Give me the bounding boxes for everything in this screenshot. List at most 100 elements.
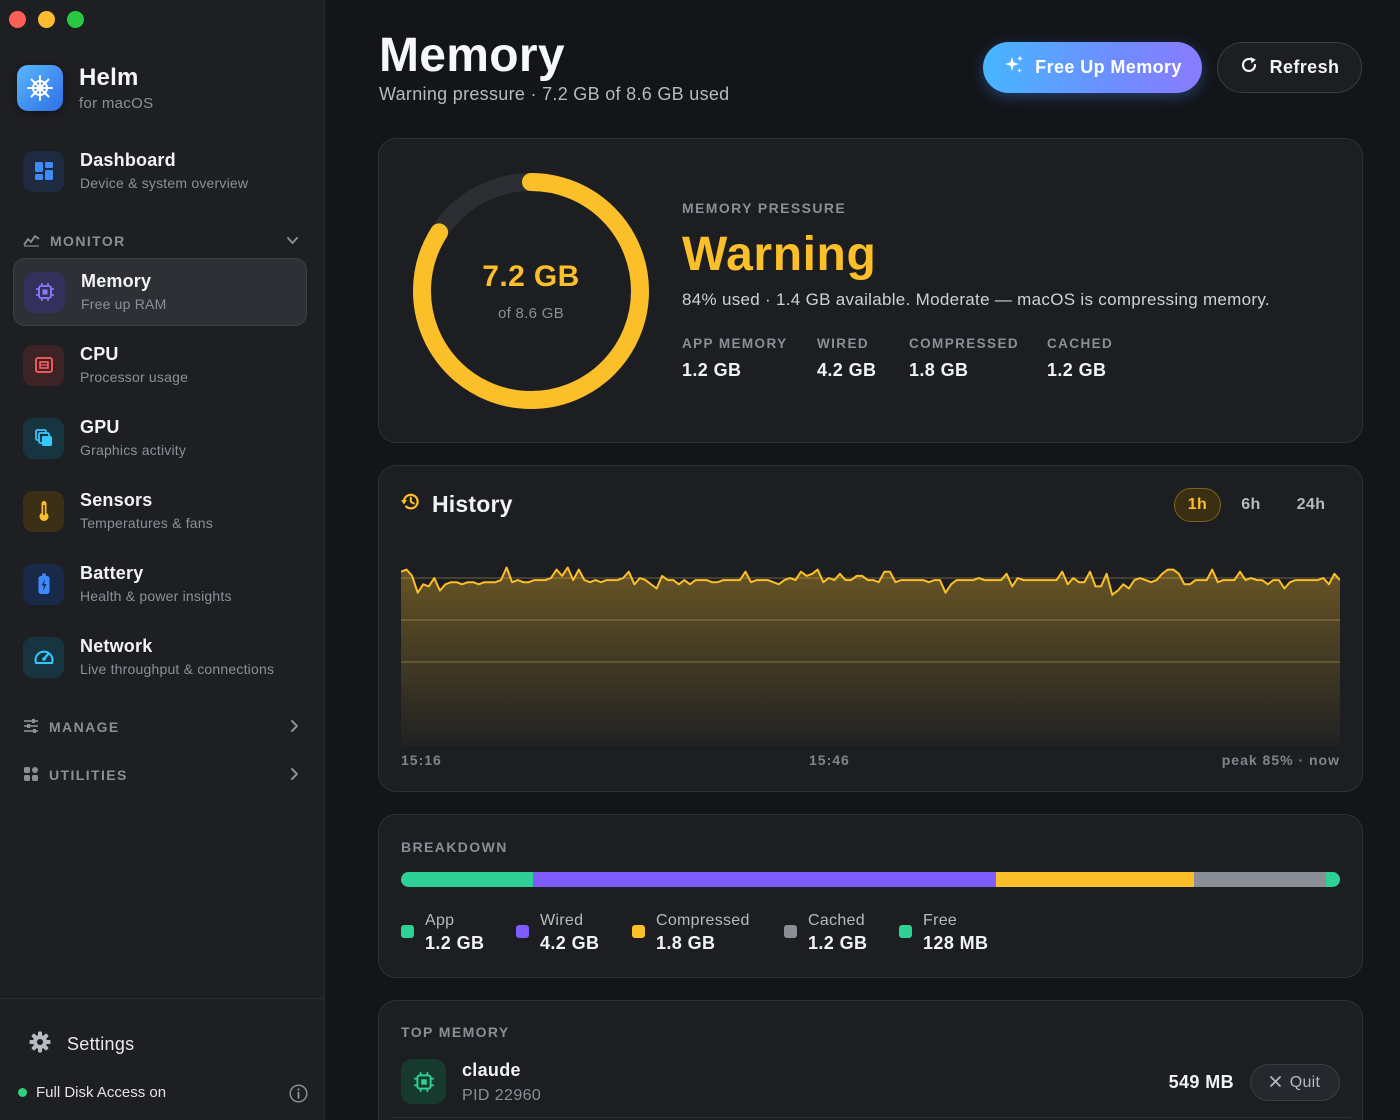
quit-process-button[interactable]: Quit [1250,1064,1340,1101]
layers-icon [23,417,64,459]
top-memory-label: TOP MEMORY [401,1024,510,1040]
thermometer-icon [23,490,64,532]
gear-icon [29,1031,51,1058]
sidebar-item-label: Dashboard [80,150,176,170]
stat-wired: WIRED 4.2 GB [817,336,876,381]
sidebar-item-label: Memory [81,271,152,291]
sidebar-item-sublabel: Temperatures & fans [80,515,213,531]
legend-value: 128 MB [923,933,989,953]
free-up-memory-label: Free Up Memory [1035,57,1182,77]
breakdown-card: BREAKDOWN App 1.2 GB Wired 4.2 GB Compre… [378,814,1363,978]
memory-history-chart [401,566,1340,746]
range-6h-button[interactable]: 6h [1229,488,1273,522]
legend-label: App [425,912,455,929]
sidebar-item-network[interactable]: Network Live throughput & connections [13,623,307,691]
legend-swatch [401,925,414,938]
sidebar-item-sublabel: Live throughput & connections [80,661,275,677]
process-memory: 549 MB [1168,1072,1234,1092]
breakdown-segment-wired [533,872,996,887]
section-header-monitor[interactable]: MONITOR [23,231,303,251]
sidebar-item-gpu[interactable]: GPU Graphics activity [13,404,307,472]
sidebar-divider [0,998,325,999]
gauge-icon [23,636,64,678]
stat-app-memory: APP MEMORY 1.2 GB [682,336,788,381]
chevron-right-icon [289,719,299,736]
stat-value: 4.2 GB [817,360,877,380]
legend-value: 1.2 GB [425,933,485,953]
section-header-label: UTILITIES [49,767,128,783]
battery-icon [23,563,64,605]
memory-pressure-card: 7.2 GB of 8.6 GB MEMORY PRESSURE Warning… [378,138,1363,443]
sidebar-item-label: CPU [80,344,119,364]
sidebar-item-dashboard[interactable]: Dashboard Device & system overview [13,137,307,205]
free-up-memory-button[interactable]: Free Up Memory [983,42,1202,93]
stat-label: APP MEMORY [682,336,788,351]
axis-mid-label: 15:46 [809,752,850,768]
sidebar-item-sensors[interactable]: Sensors Temperatures & fans [13,477,307,545]
gauge-value: 7.2 GB [482,260,580,293]
settings-button[interactable]: Settings [29,1031,134,1058]
close-window-button[interactable] [9,11,26,28]
top-memory-card: TOP MEMORY claude PID 22960 549 MB Quit [378,1000,1363,1120]
gauge-total: of 8.6 GB [497,305,565,322]
window-controls [9,11,84,28]
legend-value: 4.2 GB [540,933,600,953]
helm-wheel-icon [17,65,63,111]
minimize-window-button[interactable] [38,11,55,28]
stat-value: 1.2 GB [1047,360,1107,380]
process-pid: PID 22960 [462,1087,542,1104]
zoom-window-button[interactable] [67,11,84,28]
legend-swatch [632,925,645,938]
legend-label: Wired [540,912,584,929]
sidebar-item-label: Sensors [80,490,153,510]
stat-label: WIRED [817,336,869,351]
page-subtitle: Warning pressure · 7.2 GB of 8.6 GB used [379,84,730,104]
sidebar-item-label: Network [80,636,153,656]
sidebar-item-label: Battery [80,563,144,583]
section-header-label: MANAGE [49,719,120,735]
range-24h-button[interactable]: 24h [1283,488,1339,522]
stat-label: CACHED [1047,336,1114,351]
breakdown-label: BREAKDOWN [401,839,508,855]
sidebar-item-sublabel: Processor usage [80,369,189,385]
refresh-button[interactable]: Refresh [1217,42,1362,93]
stat-compressed: COMPRESSED 1.8 GB [909,336,1019,381]
cpu-icon [23,344,64,386]
sidebar-item-cpu[interactable]: CPU Processor usage [13,331,307,399]
close-icon [1269,1074,1281,1092]
info-icon[interactable] [289,1084,308,1107]
process-name: claude [462,1060,521,1080]
legend-label: Compressed [656,912,750,929]
full-disk-access-status: Full Disk Access on [18,1084,308,1103]
axis-start-label: 15:16 [401,752,442,768]
chip-icon [24,271,65,313]
legend-swatch [516,925,529,938]
history-title: History [400,491,513,518]
full-disk-access-label: Full Disk Access on [36,1084,167,1101]
activity-icon [23,233,40,250]
apps-grid-icon [23,766,39,785]
history-title-label: History [432,491,513,517]
sidebar-item-label: GPU [80,417,120,437]
sparkles-icon [1003,54,1025,81]
app-brand: Helm for macOS [17,64,153,112]
sidebar-item-battery[interactable]: Battery Health & power insights [13,550,307,618]
quit-label: Quit [1289,1073,1321,1091]
range-1h-button[interactable]: 1h [1174,488,1221,522]
stat-value: 1.2 GB [682,360,742,380]
legend-swatch [784,925,797,938]
section-header-manage[interactable]: MANAGE [23,717,303,737]
history-area [401,567,1340,746]
breakdown-segment-cached [1193,872,1326,887]
sidebar-item-memory[interactable]: Memory Free up RAM [13,258,307,326]
stat-label: COMPRESSED [909,336,1020,351]
dashboard-grid-icon [23,150,64,192]
legend-swatch [899,925,912,938]
sidebar-item-sublabel: Health & power insights [80,588,232,604]
section-header-utilities[interactable]: UTILITIES [23,765,303,785]
refresh-icon [1240,56,1258,79]
status-dot [18,1088,27,1097]
breakdown-segment-app [401,872,534,887]
memory-pressure-label: MEMORY PRESSURE [682,200,847,216]
legend-value: 1.8 GB [656,933,716,953]
